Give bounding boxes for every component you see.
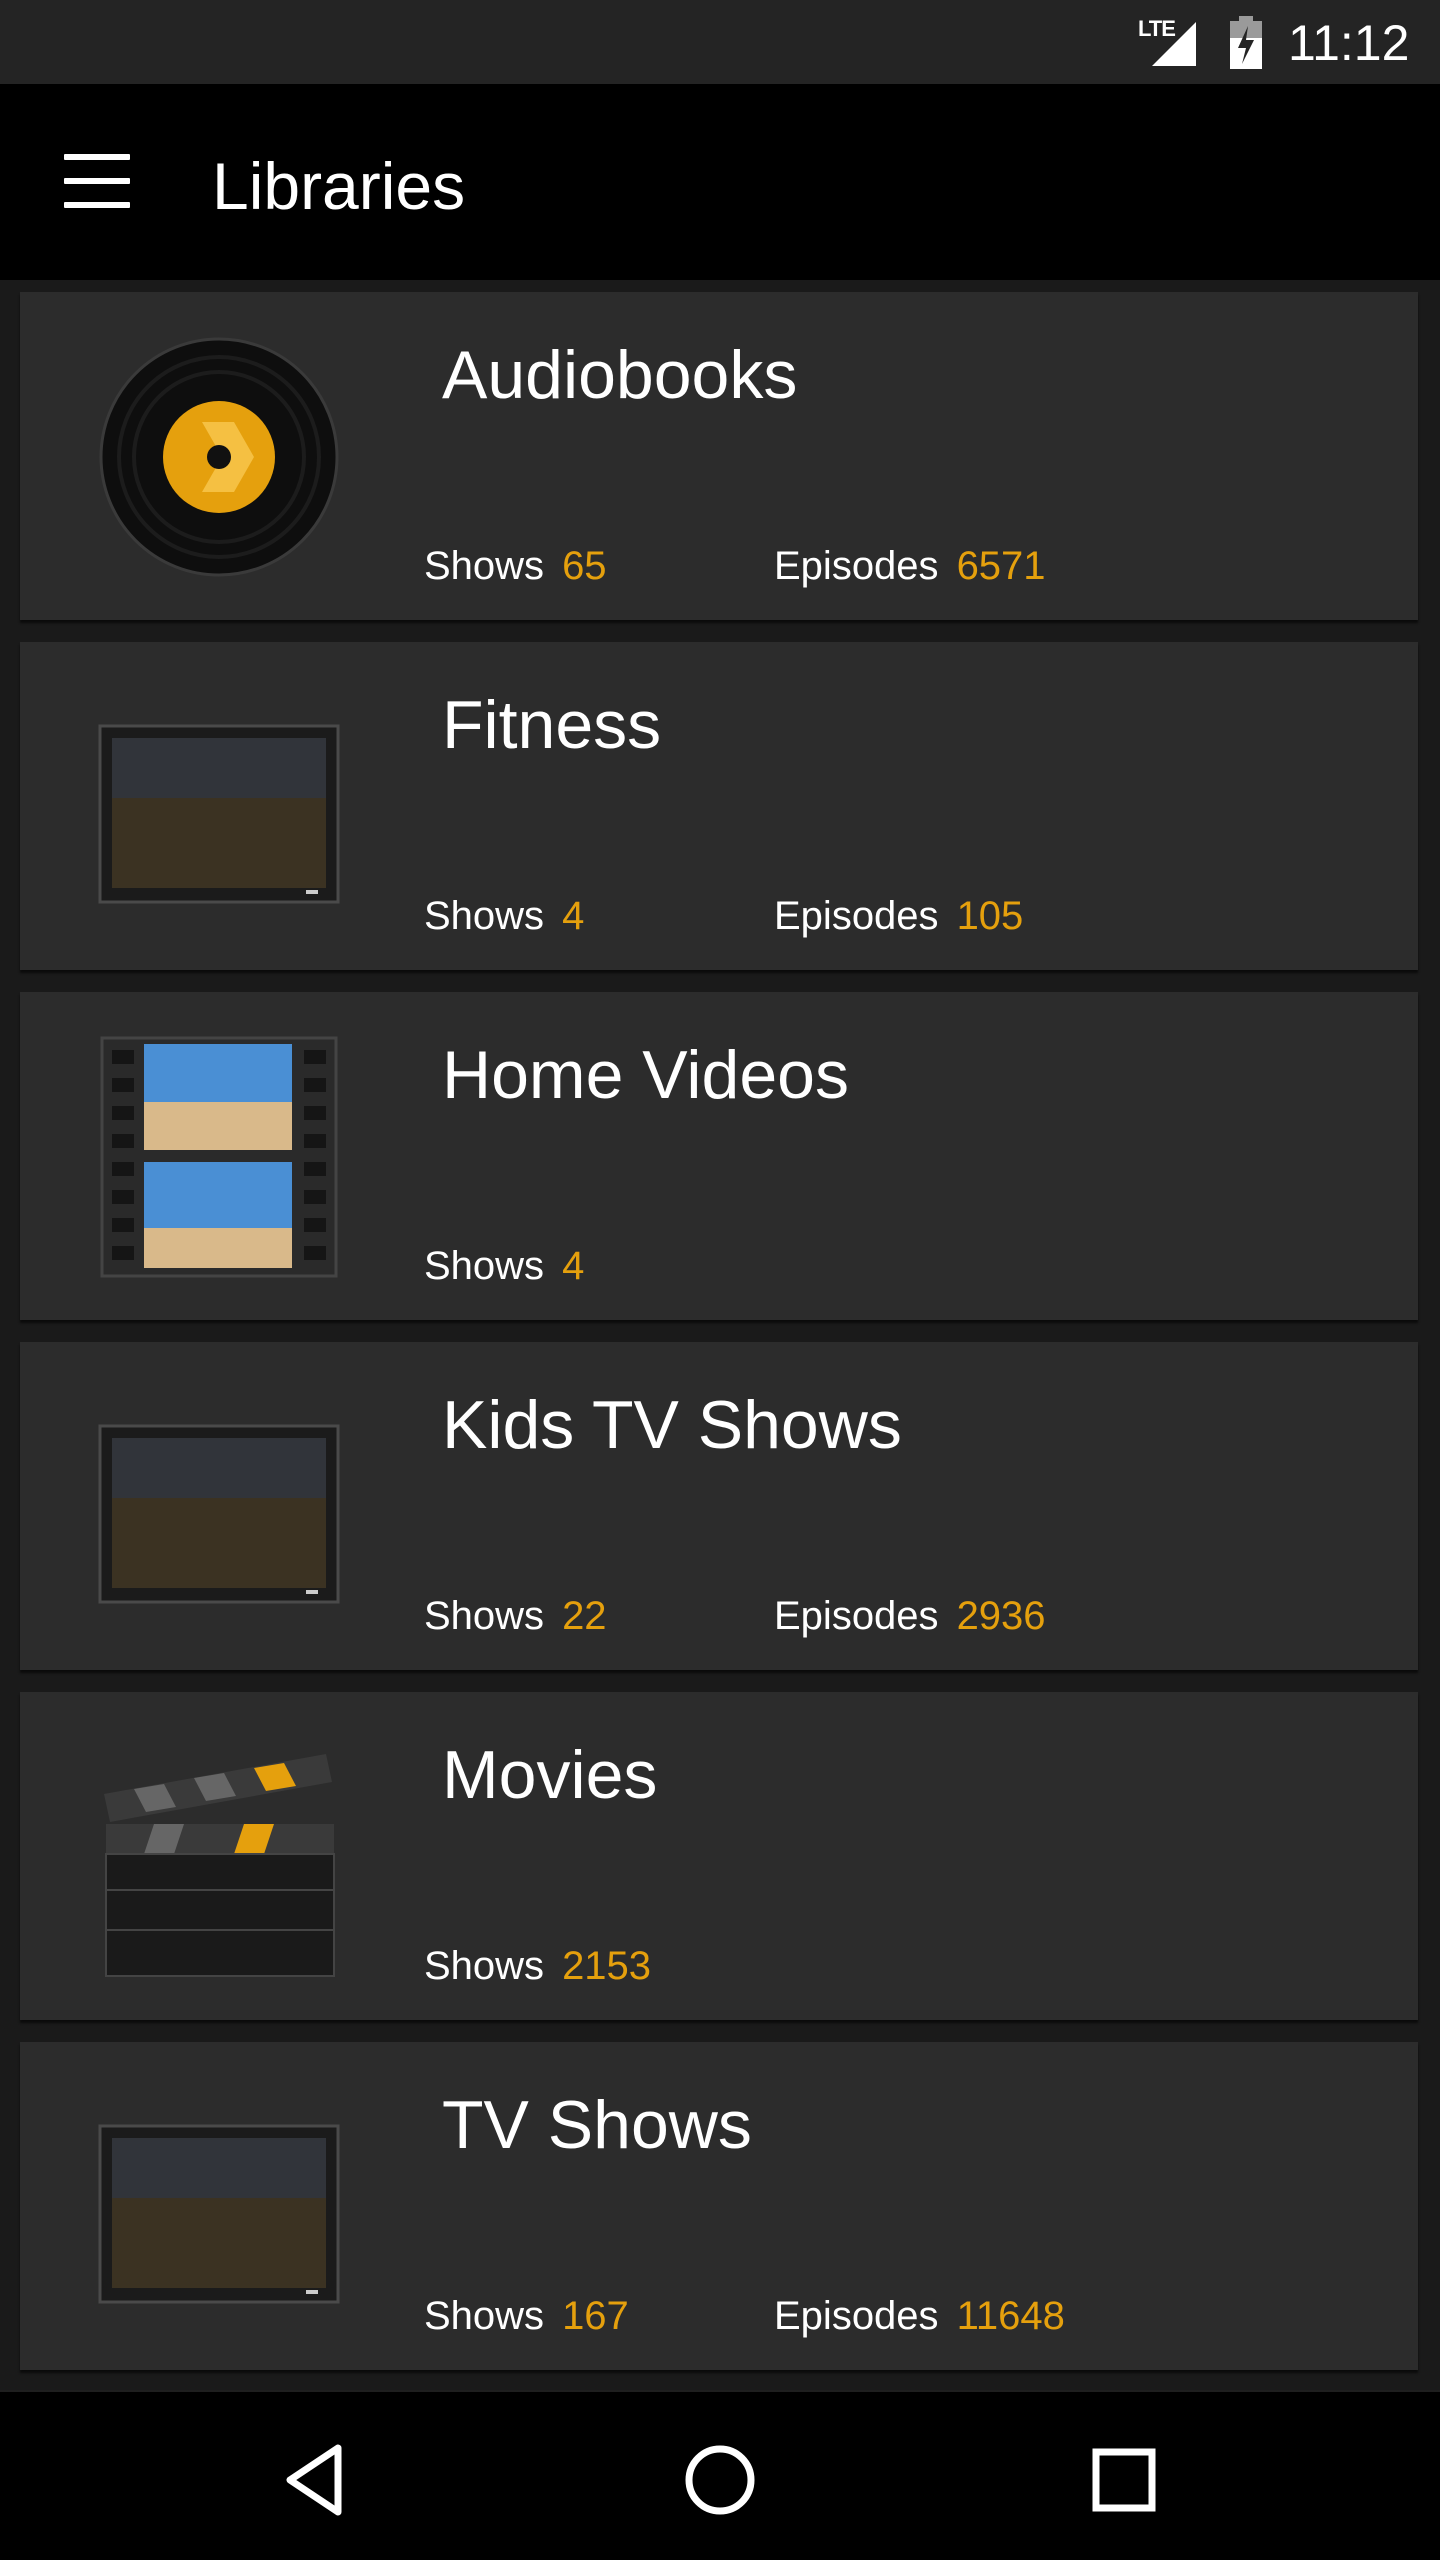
menu-icon[interactable] [64,154,130,210]
clapperboard-icon [104,1754,335,1977]
shows-count: 2153 [562,1944,652,1988]
episodes-count: 2936 [956,1594,1046,1638]
back-triangle-icon[interactable] [276,2440,356,2520]
film-strip-icon [100,1036,338,1278]
shows-count: 22 [562,1594,607,1638]
shows-stat: Shows 22 [424,1594,607,1638]
app-toolbar: Libraries [0,84,1440,280]
library-card-fitness[interactable]: Fitness Shows 4 Episodes 105 [20,642,1418,970]
library-name: Home Videos [442,1037,849,1113]
library-name: Movies [442,1737,658,1813]
shows-stat: Shows 4 [424,894,585,938]
library-name: TV Shows [442,2087,752,2163]
vinyl-record-icon [99,337,339,577]
episodes-stat: Episodes 11648 [774,2294,1065,2338]
shows-count: 4 [562,894,585,938]
library-list: Audiobooks Shows 65 Episodes 6571 Fitness … [0,280,1440,2390]
episodes-stat: Episodes 105 [774,894,1024,938]
episodes-stat: Episodes 6571 [774,544,1046,588]
episodes-count: 11648 [956,2294,1065,2338]
library-card-home-videos[interactable]: Home Videos Shows 4 [20,992,1418,1320]
shows-stat: Shows 65 [424,544,607,588]
episodes-count: 6571 [956,544,1046,588]
library-card-movies[interactable]: Movies Shows 2153 [20,1692,1418,2020]
shows-stat: Shows 4 [424,1244,585,1288]
library-card-tv-shows[interactable]: TV Shows Shows 167 Episodes 11648 [20,2042,1418,2370]
status-bar: LTE 11:12 [0,0,1440,84]
library-name: Fitness [442,687,662,763]
system-nav-bar [0,2392,1440,2560]
tv-screen-icon [98,724,340,904]
library-card-audiobooks[interactable]: Audiobooks Shows 65 Episodes 6571 [20,292,1418,620]
page-title: Libraries [212,149,466,223]
tv-screen-icon [98,2124,340,2304]
episodes-count: 105 [956,894,1024,938]
clock: 11:12 [1288,15,1410,71]
recents-square-icon[interactable] [1084,2440,1164,2520]
tv-screen-icon [98,1424,340,1604]
battery-charging-icon [1230,16,1262,69]
shows-count: 4 [562,1244,585,1288]
home-circle-icon[interactable] [680,2440,760,2520]
episodes-stat: Episodes 2936 [774,1594,1046,1638]
shows-count: 65 [562,544,607,588]
shows-count: 167 [562,2294,629,2338]
signal-icon [1152,22,1196,66]
shows-stat: Shows 167 [424,2294,629,2338]
library-card-kids-tv-shows[interactable]: Kids TV Shows Shows 22 Episodes 2936 [20,1342,1418,1670]
shows-stat: Shows 2153 [424,1944,652,1988]
library-name: Kids TV Shows [442,1387,902,1463]
library-name: Audiobooks [442,337,798,413]
